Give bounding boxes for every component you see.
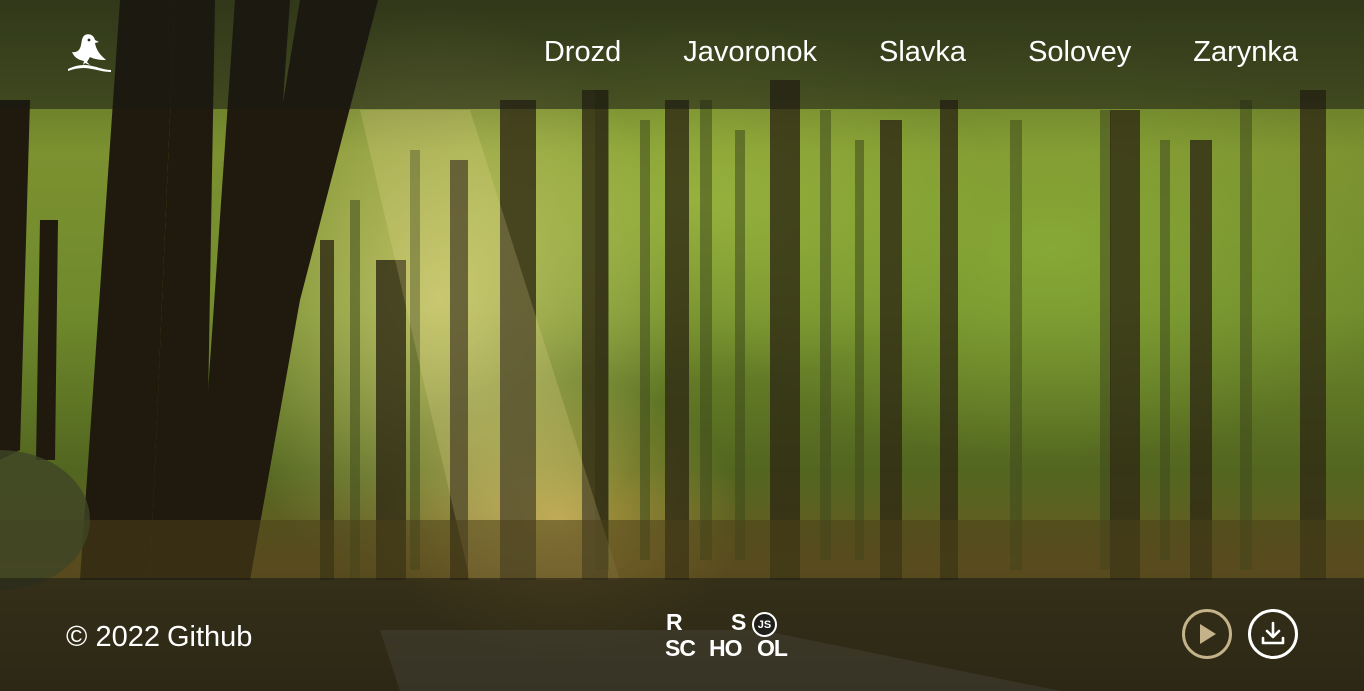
nav-item-zarynka[interactable]: Zarynka: [1193, 36, 1298, 69]
github-link[interactable]: Github: [167, 621, 252, 653]
play-button[interactable]: [1182, 609, 1232, 659]
download-icon: [1261, 621, 1285, 645]
bird-icon: [68, 34, 111, 72]
download-button[interactable]: [1248, 609, 1298, 659]
top-header: Drozd Javoronok Slavka Solovey Zarynka: [0, 0, 1364, 109]
rs-logo-ol: OL: [757, 635, 788, 661]
rs-logo-js-badge: JS: [752, 612, 777, 637]
play-icon: [1200, 624, 1216, 644]
main-navigation: Drozd Javoronok Slavka Solovey Zarynka: [482, 0, 1298, 104]
rs-logo-r: R: [666, 609, 683, 635]
nav-item-javoronok[interactable]: Javoronok: [683, 36, 817, 69]
player-controls: [1182, 609, 1298, 659]
copyright: © 2022 Github: [66, 621, 252, 654]
rs-logo-sc: SC: [665, 635, 696, 661]
nav-item-drozd[interactable]: Drozd: [544, 36, 621, 69]
bird-logo-icon[interactable]: [66, 32, 114, 78]
copyright-symbol: ©: [66, 621, 88, 653]
nav-item-slavka[interactable]: Slavka: [879, 36, 966, 69]
bottom-footer: © 2022 Github R S JS SC HO OL: [0, 578, 1364, 691]
rs-logo-ho: HO: [709, 635, 742, 661]
rs-logo-s: S: [731, 609, 746, 635]
rs-school-logo[interactable]: R S JS SC HO OL: [665, 611, 797, 661]
nav-item-solovey[interactable]: Solovey: [1028, 36, 1131, 69]
copyright-year: 2022: [95, 621, 160, 653]
